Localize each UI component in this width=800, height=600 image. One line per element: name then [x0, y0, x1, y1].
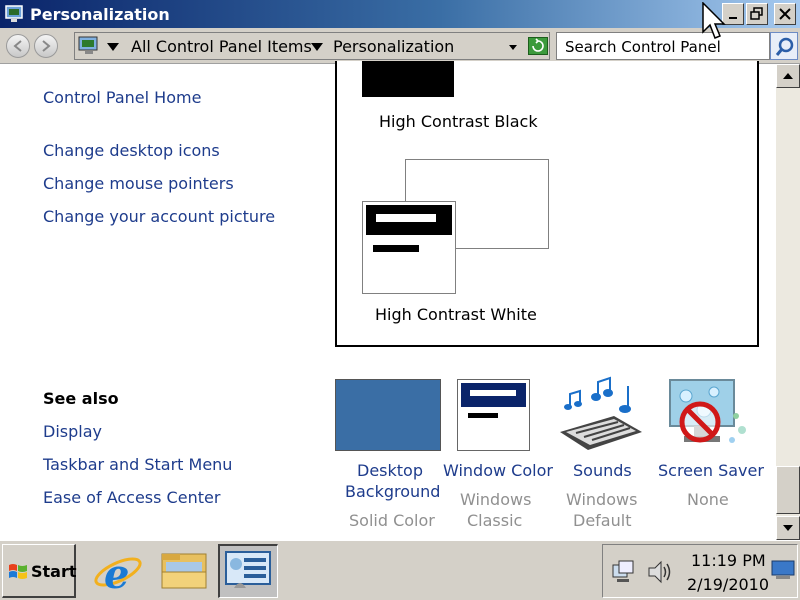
screen-saver-label[interactable]: Screen Saver — [658, 461, 764, 480]
desktop-background-label-line2[interactable]: Background — [345, 482, 440, 501]
desktop-background-swatch[interactable] — [335, 379, 441, 451]
window-color-value-line1: Windows — [460, 490, 532, 509]
search-input[interactable]: Search Control Panel — [556, 32, 770, 60]
taskbar-windows-explorer[interactable] — [156, 544, 216, 598]
ease-of-access-link[interactable]: Ease of Access Center — [43, 488, 220, 507]
restore-button[interactable] — [746, 3, 768, 25]
folder-icon — [161, 553, 207, 589]
forward-button[interactable] — [34, 34, 58, 58]
address-toolbar: All Control Panel Items Personalization … — [0, 28, 800, 64]
chevron-down-icon[interactable] — [107, 43, 119, 51]
address-dropdown-icon[interactable] — [509, 45, 517, 50]
restore-icon — [750, 7, 763, 20]
change-mouse-pointers-link[interactable]: Change mouse pointers — [43, 174, 234, 193]
high-contrast-white-label[interactable]: High Contrast White — [375, 305, 537, 324]
vertical-scrollbar[interactable] — [776, 64, 800, 540]
breadcrumb-personalization[interactable]: Personalization — [333, 37, 454, 56]
change-desktop-icons-link[interactable]: Change desktop icons — [43, 141, 220, 160]
internet-explorer-icon: e — [94, 551, 142, 598]
mouse-cursor-icon — [702, 2, 726, 39]
window-title: Personalization — [30, 5, 170, 24]
back-button[interactable] — [6, 34, 30, 58]
content-area: Control Panel Home Change desktop icons … — [0, 61, 776, 540]
refresh-button[interactable] — [528, 37, 548, 55]
screen-saver-value: None — [687, 490, 729, 509]
theme-list: High Contrast Black High Contrast White — [335, 61, 759, 347]
magnifier-icon — [775, 37, 794, 56]
arrow-down-icon — [783, 525, 793, 531]
windows-flag-icon — [9, 564, 27, 579]
sounds-value-line1: Windows — [566, 490, 638, 509]
control-panel-home-link[interactable]: Control Panel Home — [43, 88, 201, 107]
notification-area: 11:19 PM 2/19/2010 — [602, 544, 798, 598]
clock-time[interactable]: 11:19 PM — [691, 551, 766, 570]
control-panel-icon — [225, 551, 271, 588]
desktop-background-label-line1[interactable]: Desktop — [357, 461, 423, 480]
taskbar-start-menu-link[interactable]: Taskbar and Start Menu — [43, 455, 232, 474]
sounds-label[interactable]: Sounds — [573, 461, 632, 480]
taskbar-internet-explorer[interactable]: e — [90, 544, 150, 598]
close-button[interactable] — [774, 3, 796, 25]
high-contrast-black-label[interactable]: High Contrast Black — [379, 112, 538, 131]
close-icon — [779, 8, 791, 20]
desktop-background-value: Solid Color — [349, 511, 435, 530]
control-panel-icon — [5, 5, 23, 22]
control-panel-icon — [78, 36, 98, 54]
window-color-value-line2: Classic — [467, 511, 523, 530]
show-desktop-icon[interactable] — [770, 557, 796, 581]
high-contrast-white-preview[interactable] — [362, 201, 456, 294]
scroll-up-button[interactable] — [776, 64, 800, 88]
forward-arrow-icon — [42, 40, 51, 52]
taskbar: Start e 11:19 PM 2/19/2010 — [0, 540, 800, 600]
speaker-icon[interactable] — [647, 559, 673, 585]
scroll-down-button[interactable] — [776, 516, 800, 540]
window-color-label[interactable]: Window Color — [443, 461, 553, 480]
high-contrast-black-thumbnail[interactable] — [362, 61, 454, 97]
refresh-icon — [532, 38, 544, 52]
change-account-picture-link[interactable]: Change your account picture — [43, 207, 275, 226]
network-icon[interactable] — [611, 559, 635, 585]
start-button[interactable]: Start — [2, 544, 77, 598]
see-also-heading: See also — [43, 389, 119, 408]
svg-text:e: e — [104, 551, 129, 596]
arrow-up-icon — [783, 73, 793, 79]
sounds-icon[interactable] — [556, 376, 644, 456]
clock-date[interactable]: 2/19/2010 — [687, 575, 769, 594]
sounds-value-line2: Default — [573, 511, 632, 530]
search-button[interactable] — [770, 32, 798, 60]
display-link[interactable]: Display — [43, 422, 102, 441]
title-bar: Personalization — [0, 0, 800, 28]
taskbar-personalization-window[interactable] — [218, 544, 278, 598]
window-color-icon[interactable] — [457, 379, 530, 451]
breadcrumb-all-items[interactable]: All Control Panel Items — [131, 37, 312, 56]
screen-saver-icon[interactable] — [664, 376, 750, 458]
scroll-thumb[interactable] — [776, 466, 800, 514]
address-bar[interactable]: All Control Panel Items Personalization — [74, 32, 550, 60]
back-arrow-icon — [13, 40, 22, 52]
chevron-down-icon[interactable] — [311, 43, 323, 51]
start-label: Start — [31, 562, 77, 581]
